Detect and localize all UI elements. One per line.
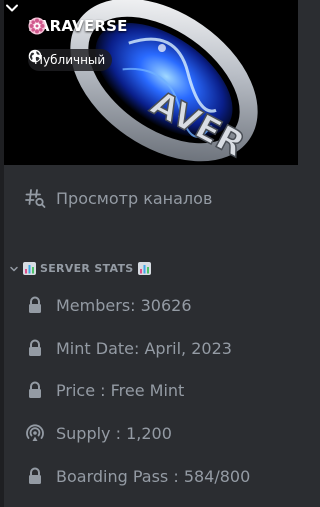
category-label: SERVER STATS	[40, 262, 134, 275]
channel-label: Mint Date: April, 2023	[56, 338, 232, 358]
bar-chart-emoji-icon	[23, 262, 36, 275]
lock-icon	[24, 337, 46, 359]
channel-label: Members: 30626	[56, 295, 192, 315]
visibility-label: Публичный	[34, 53, 106, 67]
channel-label: Boarding Pass : 584/800	[56, 466, 251, 486]
browse-channels-icon	[24, 187, 46, 209]
channel-members[interactable]: Members: 30626	[24, 294, 192, 316]
channel-mint-date[interactable]: Mint Date: April, 2023	[24, 337, 232, 359]
server-header[interactable]: PARAVERSE	[28, 17, 128, 35]
channel-label: Price : Free Mint	[56, 380, 185, 400]
chevron-down-icon[interactable]	[4, 0, 20, 16]
category-server-stats[interactable]: SERVER STATS	[9, 262, 151, 275]
browse-channels-label: Просмотр каналов	[56, 188, 213, 208]
channel-boarding-pass[interactable]: Boarding Pass : 584/800	[24, 465, 250, 487]
globe-icon	[28, 49, 42, 63]
chevron-down-icon	[10, 266, 18, 271]
channel-label: Supply : 1,200	[56, 423, 172, 443]
stage-icon	[24, 422, 46, 444]
public-badge: Публичный	[28, 49, 113, 71]
browse-channels[interactable]: Просмотр каналов	[24, 187, 212, 209]
server-badge-icon	[28, 17, 46, 35]
channel-supply[interactable]: Supply : 1,200	[24, 422, 172, 444]
server-banner: AVER PARAVERSE Публичный	[4, 0, 298, 165]
lock-icon	[24, 294, 46, 316]
channel-price[interactable]: Price : Free Mint	[24, 379, 184, 401]
lock-icon	[24, 379, 46, 401]
lock-icon	[24, 465, 46, 487]
bar-chart-emoji-icon	[137, 262, 151, 275]
